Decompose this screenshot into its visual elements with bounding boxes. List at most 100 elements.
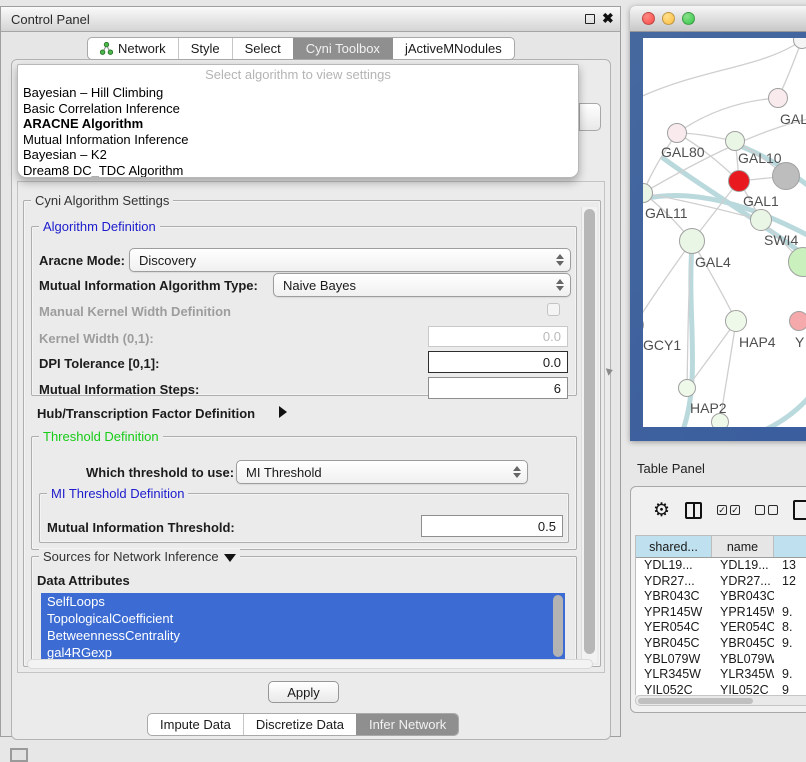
dropdown-placeholder: Select algorithm to view settings <box>18 65 578 85</box>
column-header-name[interactable]: name <box>712 536 774 557</box>
mi-threshold-field[interactable]: 0.5 <box>421 515 563 537</box>
network-node[interactable] <box>678 379 696 397</box>
network-view-window: GALGAL80GAL10GAL1GAL11SWI4GAL4GCY1HAP4YH… <box>630 6 806 441</box>
table-cell[interactable]: YBR043C <box>636 589 712 605</box>
network-canvas[interactable]: GALGAL80GAL10GAL1GAL11SWI4GAL4GCY1HAP4YH… <box>643 38 806 427</box>
combo-arrows-icon <box>513 466 521 478</box>
cyni-settings-title: Cyni Algorithm Settings <box>31 193 173 208</box>
dropdown-item[interactable]: ARACNE Algorithm <box>18 116 578 132</box>
apply-button[interactable]: Apply <box>268 681 339 703</box>
aracne-mode-value: Discovery <box>139 253 196 268</box>
table-cell[interactable]: YLR345W <box>712 667 774 683</box>
table-cell[interactable]: 8. <box>774 620 806 636</box>
mi-type-combo[interactable]: Naive Bayes <box>273 273 571 297</box>
table-cell[interactable]: 13 <box>774 558 806 574</box>
table-cell[interactable]: YER054C <box>712 620 774 636</box>
hub-disclosure-icon[interactable] <box>279 406 287 418</box>
table-cell[interactable]: YBR043C <box>712 589 774 605</box>
dpi-tolerance-field[interactable]: 0.0 <box>428 351 568 373</box>
table-cell[interactable]: YBR045C <box>636 636 712 652</box>
table-cell[interactable]: YDL19... <box>712 558 774 574</box>
network-node[interactable] <box>725 131 745 151</box>
dropdown-item[interactable]: Bayesian – K2 <box>18 147 578 163</box>
table-cell[interactable]: 9 <box>774 683 806 695</box>
dropdown-item[interactable]: Basic Correlation Inference <box>18 101 578 117</box>
aracne-mode-combo[interactable]: Discovery <box>129 248 571 272</box>
network-node[interactable] <box>788 247 806 277</box>
attribute-item[interactable]: SelfLoops <box>41 593 565 610</box>
float-icon[interactable] <box>585 14 595 24</box>
table-cell[interactable]: YPR145W <box>636 605 712 621</box>
tab-cyni-toolbox[interactable]: Cyni Toolbox <box>293 38 392 59</box>
zoom-traffic-light-icon[interactable] <box>682 12 695 25</box>
network-node[interactable] <box>789 311 806 331</box>
manual-kernel-checkbox[interactable] <box>547 303 560 316</box>
attribute-item[interactable]: TopologicalCoefficient <box>41 610 565 627</box>
table-cell[interactable]: YBR045C <box>712 636 774 652</box>
table-hscrollbar-thumb[interactable] <box>638 698 753 704</box>
close-traffic-light-icon[interactable] <box>642 12 655 25</box>
dropdown-item[interactable]: Mutual Information Inference <box>18 132 578 148</box>
deselect-all-columns-icon[interactable] <box>755 505 778 515</box>
table-cell[interactable]: 12 <box>774 574 806 590</box>
data-attributes-list[interactable]: SelfLoopsTopologicalCoefficientBetweenne… <box>41 593 565 661</box>
network-node[interactable] <box>750 209 772 231</box>
table-cell[interactable]: 9. <box>774 636 806 652</box>
table-cell[interactable]: YBL079W <box>636 652 712 668</box>
network-node[interactable] <box>793 38 806 49</box>
minimize-traffic-light-icon[interactable] <box>662 12 675 25</box>
table-cell[interactable]: YER054C <box>636 620 712 636</box>
attributes-scrollbar-thumb[interactable] <box>553 595 563 657</box>
tab-impute-data[interactable]: Impute Data <box>148 714 243 735</box>
table-cell[interactable]: YDR27... <box>636 574 712 590</box>
tab-jactivemnodules[interactable]: jActiveMNodules <box>392 38 514 59</box>
tab-network[interactable]: Network <box>88 38 178 59</box>
network-node[interactable] <box>768 88 788 108</box>
combo-arrows-icon <box>556 254 564 266</box>
tab-select[interactable]: Select <box>232 38 293 59</box>
column-header-partial[interactable] <box>774 536 806 557</box>
settings-scrollbar-thumb[interactable] <box>584 209 595 654</box>
table-cell[interactable]: YIL052C <box>712 683 774 695</box>
dropdown-item[interactable]: Dream8 DC_TDC Algorithm <box>18 163 578 178</box>
tab-discretize-data[interactable]: Discretize Data <box>243 714 356 735</box>
table-cell[interactable]: YDR27... <box>712 574 774 590</box>
new-table-icon[interactable] <box>793 500 806 520</box>
network-node[interactable] <box>711 413 729 427</box>
apply-button-label: Apply <box>287 685 320 700</box>
network-node[interactable] <box>728 170 750 192</box>
which-threshold-combo[interactable]: MI Threshold <box>236 460 528 484</box>
mi-steps-field[interactable]: 6 <box>428 377 568 399</box>
table-cell[interactable]: 9. <box>774 667 806 683</box>
network-node[interactable] <box>679 228 705 254</box>
table-cell[interactable]: YBL079W <box>712 652 774 668</box>
tab-infer-network[interactable]: Infer Network <box>356 714 458 735</box>
column-header-shared[interactable]: shared... <box>636 536 712 557</box>
split-columns-icon[interactable] <box>685 502 702 519</box>
settings-scrollbar[interactable] <box>581 207 597 663</box>
table-cell[interactable]: YLR345W <box>636 667 712 683</box>
table-cell[interactable] <box>774 589 806 605</box>
network-node[interactable] <box>772 162 800 190</box>
dropdown-item[interactable]: Bayesian – Hill Climbing <box>18 85 578 101</box>
network-node[interactable] <box>667 123 687 143</box>
attributes-hscrollbar[interactable] <box>27 659 593 669</box>
select-all-columns-icon[interactable]: ✓✓ <box>717 505 740 515</box>
mi-type-value: Naive Bayes <box>283 278 356 293</box>
gear-icon[interactable]: ⚙ <box>653 499 670 522</box>
table-cell[interactable]: YPR145W <box>712 605 774 621</box>
network-node[interactable] <box>643 183 653 203</box>
table-cell[interactable]: YIL052C <box>636 683 712 695</box>
kernel-width-field[interactable]: 0.0 <box>428 326 568 347</box>
table-hscrollbar[interactable] <box>635 695 806 706</box>
tab-jactivemnodules-label: jActiveMNodules <box>405 41 502 56</box>
close-icon[interactable]: ✖ <box>602 10 614 27</box>
table-cell[interactable]: YDL19... <box>636 558 712 574</box>
network-node[interactable] <box>643 316 644 334</box>
table-cell[interactable]: 9. <box>774 605 806 621</box>
table-cell[interactable] <box>774 652 806 668</box>
network-node[interactable] <box>725 310 747 332</box>
tab-style[interactable]: Style <box>178 38 232 59</box>
sources-disclosure-icon[interactable] <box>224 554 236 562</box>
attribute-item[interactable]: BetweennessCentrality <box>41 627 565 644</box>
